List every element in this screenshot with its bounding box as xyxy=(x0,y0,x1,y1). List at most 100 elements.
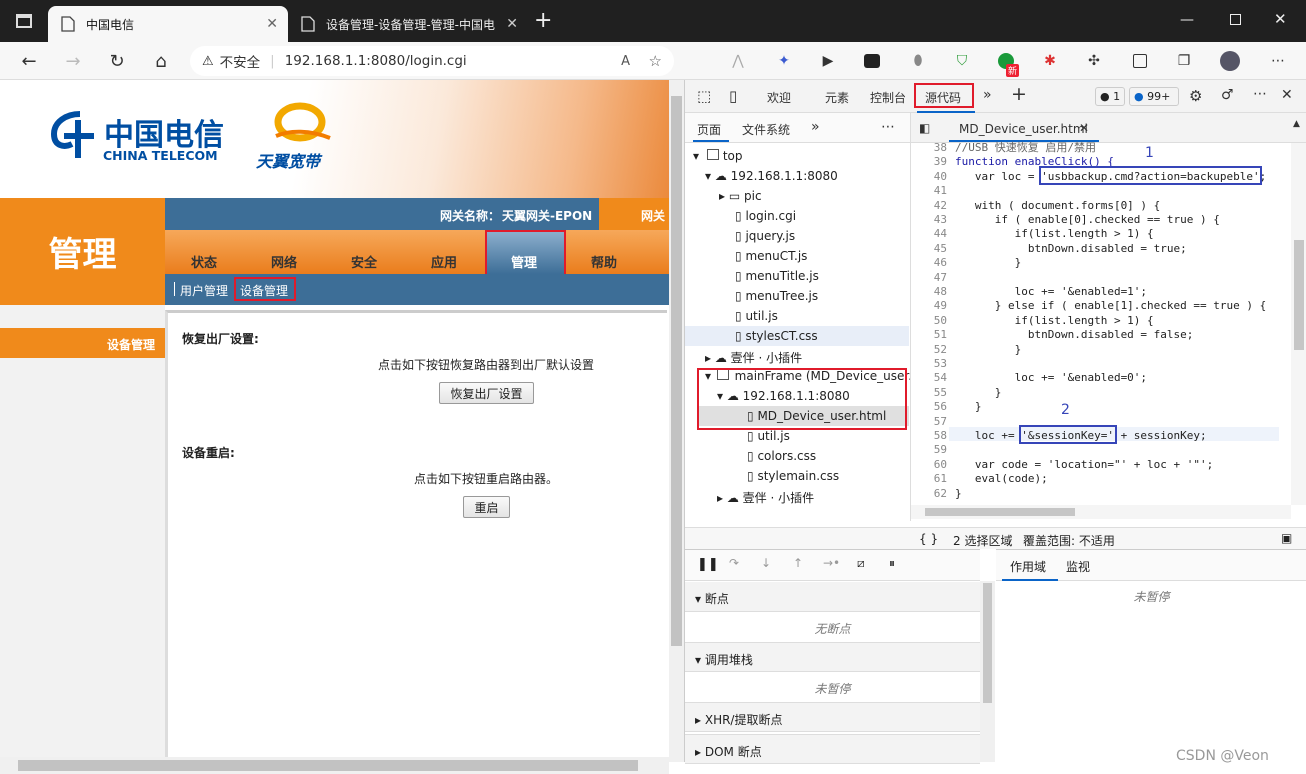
menu-security[interactable]: 安全 xyxy=(351,252,377,271)
read-aloud-icon[interactable]: A xyxy=(621,54,630,69)
close-icon[interactable]: ✕ xyxy=(266,16,278,32)
profile-avatar[interactable] xyxy=(1220,51,1240,71)
error-badge[interactable]: ● 1 xyxy=(1095,87,1125,106)
code-line[interactable]: if ( enable[0].checked == true ) { xyxy=(955,213,1220,227)
url-text[interactable]: 192.168.1.1:8080/login.cgi xyxy=(285,53,467,69)
pause-on-exceptions-icon[interactable]: ⏸ xyxy=(889,556,895,571)
tree-file[interactable]: ▯ util.js xyxy=(735,309,778,323)
tree-file[interactable]: ▯ menuCT.js xyxy=(735,249,807,263)
maximize-button[interactable] xyxy=(1230,14,1241,25)
shield-icon[interactable]: ⛉ xyxy=(952,51,972,71)
menu-help[interactable]: 帮助 xyxy=(591,252,617,271)
warning-icon[interactable]: ⚠ xyxy=(202,54,214,69)
tree-file[interactable]: ▯ menuTree.js xyxy=(735,289,818,303)
nav-tab-page[interactable]: 页面 xyxy=(697,121,721,138)
tab-scope[interactable]: 作用域 xyxy=(1010,558,1046,575)
settings-gear-icon[interactable]: ⚙ xyxy=(1189,87,1202,105)
forward-button[interactable]: → xyxy=(58,46,88,76)
factory-reset-button[interactable]: 恢复出厂设置 xyxy=(439,382,534,404)
security-label[interactable]: 不安全 xyxy=(220,51,261,71)
tree-top[interactable]: ▾ top xyxy=(693,149,743,163)
message-badge[interactable]: ● 99+ xyxy=(1129,87,1179,106)
debugger-vscroll-thumb[interactable] xyxy=(983,583,992,703)
tree-extension[interactable]: ▸ ☁ 壹伴 · 小插件 xyxy=(717,489,814,506)
reboot-button[interactable]: 重启 xyxy=(463,496,510,518)
home-button[interactable]: ⌂ xyxy=(146,46,176,76)
code-line[interactable]: } xyxy=(955,386,1002,400)
tree-folder-pic[interactable]: ▸ ▭ pic xyxy=(719,189,762,203)
submenu-user-manage[interactable]: 用户管理 xyxy=(180,282,228,299)
code-line[interactable]: if(list.length > 1) { xyxy=(955,314,1154,328)
window-menu-icon[interactable] xyxy=(16,14,32,28)
section-dom-breakpoints[interactable]: ▸ DOM 断点 xyxy=(685,734,980,764)
new-tab-button[interactable]: + xyxy=(534,8,552,33)
sidebar-item-device-manage[interactable]: 设备管理 xyxy=(0,328,165,358)
favorite-star-icon[interactable]: ☆ xyxy=(649,52,662,70)
editor-hscroll-thumb[interactable] xyxy=(925,508,1075,516)
code-line[interactable]: eval(code); xyxy=(955,472,1048,486)
page-vscroll-thumb[interactable] xyxy=(671,96,682,646)
devtools-close-icon[interactable]: ✕ xyxy=(1281,87,1293,103)
code-line[interactable]: } xyxy=(955,343,1022,357)
code-line[interactable]: } else if ( enable[1].checked == true ) … xyxy=(955,299,1267,313)
pretty-print-button[interactable]: { } xyxy=(919,532,938,546)
browser-tab[interactable]: 设备管理-设备管理-管理-中国电 ✕ xyxy=(288,6,528,42)
nav-tab-filesystem[interactable]: 文件系统 xyxy=(742,121,790,138)
tree-origin[interactable]: ▾ ☁ 192.168.1.1:8080 xyxy=(705,169,838,183)
split-screen-icon[interactable] xyxy=(1130,51,1150,71)
step-over-icon[interactable]: ↷ xyxy=(729,556,739,570)
tree-file[interactable]: ▯ stylesCT.css xyxy=(735,329,818,343)
step-icon[interactable]: →• xyxy=(823,556,840,570)
devtools-more-icon[interactable]: ⋯ xyxy=(1253,86,1267,102)
extension-blue-icon[interactable]: ✦ xyxy=(774,51,794,71)
section-call-stack[interactable]: ▾ 调用堆栈 xyxy=(685,642,980,672)
menu-network[interactable]: 网络 xyxy=(271,252,297,271)
extensions-puzzle-icon[interactable]: ✣ xyxy=(1084,51,1104,71)
editor-vscroll-thumb[interactable] xyxy=(1294,240,1304,350)
address-bar[interactable]: ⚠ 不安全 | 192.168.1.1:8080/login.cgi A ☆ xyxy=(190,46,674,76)
page-hscroll-thumb[interactable] xyxy=(18,760,638,771)
tree-extension[interactable]: ▸ ☁ 壹伴 · 小插件 xyxy=(705,349,802,366)
pause-icon[interactable]: ❚❚ xyxy=(697,557,719,572)
deactivate-breakpoints-icon[interactable]: ⧄ xyxy=(857,556,865,571)
more-menu-icon[interactable]: ⋯ xyxy=(1268,51,1288,71)
code-line[interactable]: if(list.length > 1) { xyxy=(955,227,1154,241)
browser-tab-active[interactable]: 中国电信 ✕ xyxy=(48,6,288,42)
file-tab-close-icon[interactable]: ✕ xyxy=(1079,121,1089,135)
more-tabs-icon[interactable]: » xyxy=(983,87,992,103)
code-line[interactable]: btnDown.disabled = false; xyxy=(955,328,1194,342)
code-line[interactable]: } xyxy=(955,487,962,501)
code-line[interactable]: with ( document.forms[0] ) { xyxy=(955,199,1160,213)
code-line[interactable]: } xyxy=(955,400,982,414)
minimize-button[interactable]: — xyxy=(1180,12,1194,28)
inspect-icon[interactable]: ⬚ xyxy=(697,87,711,105)
nav-more-icon[interactable]: » xyxy=(811,119,820,135)
menu-status[interactable]: 状态 xyxy=(191,252,217,271)
nav-menu-icon[interactable]: ⋯ xyxy=(881,119,895,135)
tree-file[interactable]: ▯ menuTitle.js xyxy=(735,269,819,283)
editor-scroll-up[interactable]: ▲ xyxy=(1293,119,1300,129)
step-into-icon[interactable]: ↓ xyxy=(761,556,771,570)
device-toolbar-icon[interactable]: ▯ xyxy=(729,87,737,105)
code-line[interactable]: var code = 'location="' + loc + '"'; xyxy=(955,458,1213,472)
section-breakpoints[interactable]: ▾ 断点 xyxy=(685,582,980,612)
code-line[interactable]: loc += '&enabled=0'; xyxy=(955,371,1147,385)
menu-apps[interactable]: 应用 xyxy=(431,252,457,271)
extension-star-icon[interactable]: ✱ xyxy=(1040,51,1060,71)
tab-watch[interactable]: 监视 xyxy=(1066,558,1090,575)
extension-drop-icon[interactable]: ⬮ xyxy=(908,51,928,71)
close-window-button[interactable]: ✕ xyxy=(1274,10,1287,28)
code-line[interactable]: loc += '&enabled=1'; xyxy=(955,285,1147,299)
tab-console[interactable]: 控制台 xyxy=(870,89,906,106)
extension-square-icon[interactable] xyxy=(862,51,882,71)
play-icon[interactable]: ▶ xyxy=(818,51,838,71)
tree-file[interactable]: ▯ login.cgi xyxy=(735,209,796,223)
screenshot-icon[interactable]: ▣ xyxy=(1281,531,1292,545)
tree-file[interactable]: ▯ jquery.js xyxy=(735,229,795,243)
tree-file[interactable]: ▯ stylemain.css xyxy=(747,469,839,483)
code-line[interactable]: btnDown.disabled = true; xyxy=(955,242,1187,256)
section-xhr-breakpoints[interactable]: ▸ XHR/提取断点 xyxy=(685,702,980,732)
add-tab-icon[interactable]: + xyxy=(1011,83,1027,105)
customize-icon[interactable]: ♂ xyxy=(1221,87,1234,103)
toggle-navigator-icon[interactable]: ◧ xyxy=(919,121,930,135)
